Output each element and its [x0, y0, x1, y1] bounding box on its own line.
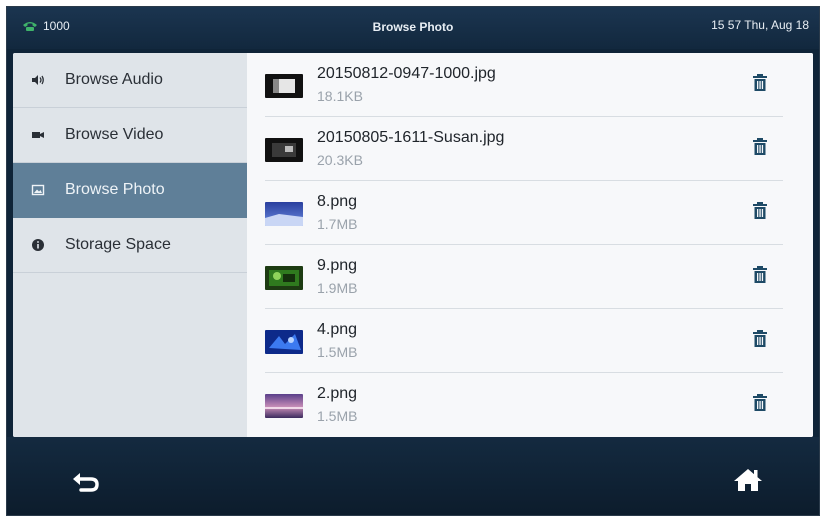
back-arrow-icon[interactable] [69, 467, 103, 495]
list-item[interactable]: 9.png 1.9MB [265, 245, 783, 309]
main-panel: Browse Audio Browse Video Browse Photo S… [13, 53, 813, 437]
sidebar-item-browse-audio[interactable]: Browse Audio [13, 53, 247, 108]
file-size: 1.9MB [317, 280, 358, 296]
sidebar: Browse Audio Browse Video Browse Photo S… [13, 53, 247, 437]
video-camera-icon [31, 128, 45, 142]
status-bar: 1000 Browse Photo 15 57 Thu, Aug 18 [7, 7, 819, 49]
sidebar-item-label: Browse Audio [65, 71, 163, 88]
file-size: 18.1KB [317, 88, 363, 104]
thumbnail [265, 202, 303, 226]
file-name: 9.png [317, 257, 358, 274]
list-item[interactable]: 2.png 1.5MB [265, 373, 783, 436]
trash-icon[interactable] [751, 201, 769, 221]
file-size: 1.5MB [317, 408, 358, 424]
sidebar-item-browse-photo[interactable]: Browse Photo [13, 163, 247, 218]
clock: 15 57 Thu, Aug 18 [711, 18, 809, 32]
thumbnail [265, 330, 303, 354]
trash-icon[interactable] [751, 393, 769, 413]
file-name: 2.png [317, 385, 358, 402]
file-name: 4.png [317, 321, 358, 338]
thumbnail [265, 74, 303, 98]
list-item[interactable]: 20150812-0947-1000.jpg 18.1KB [265, 53, 783, 117]
sidebar-item-label: Storage Space [65, 236, 171, 253]
file-name: 8.png [317, 193, 358, 210]
sidebar-item-label: Browse Photo [65, 181, 165, 198]
file-name: 20150812-0947-1000.jpg [317, 65, 496, 82]
list-item[interactable]: 4.png 1.5MB [265, 309, 783, 373]
phone-screen: 1000 Browse Photo 15 57 Thu, Aug 18 Brow… [6, 6, 820, 516]
bottom-bar [7, 437, 819, 515]
photo-icon [31, 183, 45, 197]
trash-icon[interactable] [751, 137, 769, 157]
file-size: 1.5MB [317, 344, 358, 360]
list-item[interactable]: 8.png 1.7MB [265, 181, 783, 245]
thumbnail [265, 394, 303, 418]
file-size: 20.3KB [317, 152, 363, 168]
file-size: 1.7MB [317, 216, 358, 232]
thumbnail [265, 138, 303, 162]
file-list: 20150812-0947-1000.jpg 18.1KB 20150805-1… [247, 53, 813, 437]
file-name: 20150805-1611-Susan.jpg [317, 129, 505, 146]
home-icon[interactable] [733, 467, 763, 493]
thumbnail [265, 266, 303, 290]
trash-icon[interactable] [751, 329, 769, 349]
speaker-icon [31, 73, 45, 87]
page-title: Browse Photo [372, 20, 454, 34]
trash-icon[interactable] [751, 265, 769, 285]
info-icon [31, 238, 45, 252]
sidebar-item-storage-space[interactable]: Storage Space [13, 218, 247, 273]
list-item[interactable]: 20150805-1611-Susan.jpg 20.3KB [265, 117, 783, 181]
trash-icon[interactable] [751, 73, 769, 93]
sidebar-item-browse-video[interactable]: Browse Video [13, 108, 247, 163]
sidebar-item-label: Browse Video [65, 126, 164, 143]
